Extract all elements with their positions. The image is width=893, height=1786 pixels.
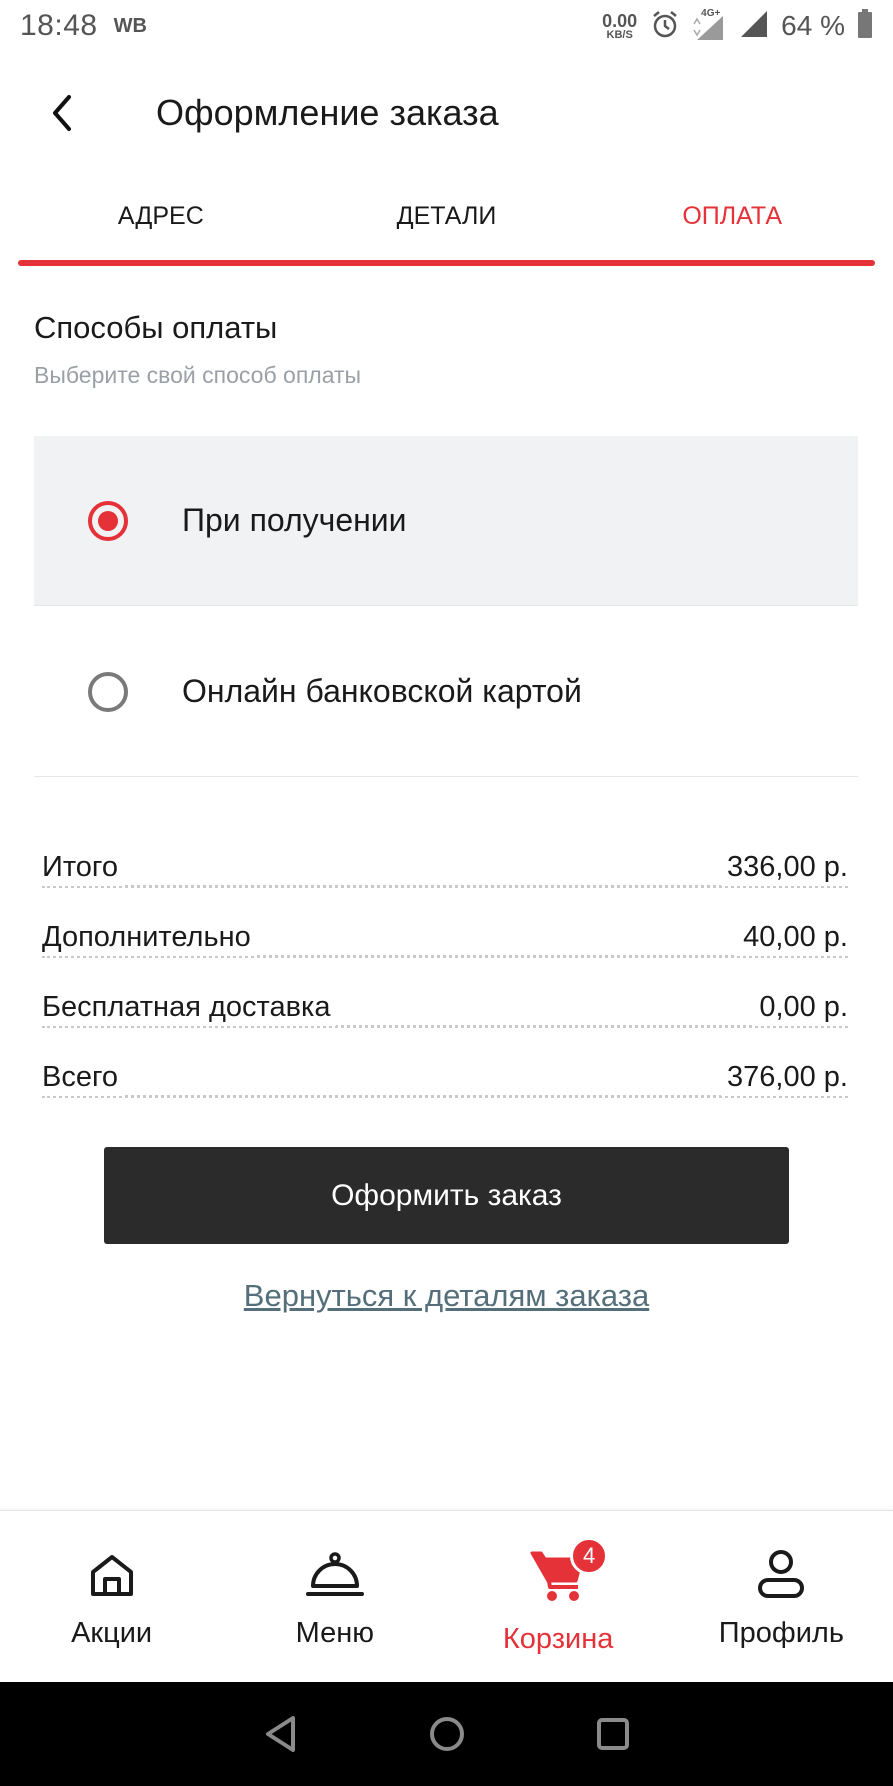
page-title: Оформление заказа: [156, 92, 499, 133]
nav-item-menu[interactable]: Меню: [223, 1511, 446, 1682]
summary-label: Всего: [42, 1061, 125, 1096]
bottom-nav: Акции Меню 4 Корзина Профиль: [0, 1510, 893, 1682]
radio-unselected[interactable]: [88, 671, 128, 712]
payment-methods-subtitle: Выберите свой способ оплаты: [34, 362, 362, 388]
status-bar: 18:48 WB 0.00 KB/S 4G+ 64 %: [0, 0, 893, 52]
back-triangle-icon[interactable]: [261, 1714, 301, 1754]
summary-label: Итого: [42, 851, 124, 886]
nav-item-profile[interactable]: Профиль: [670, 1511, 893, 1682]
nav-label: Корзина: [502, 1623, 614, 1655]
cloche-icon: [305, 1545, 365, 1605]
network-type: 4G+: [701, 8, 721, 19]
nav-label: Меню: [295, 1617, 375, 1649]
radio-selected[interactable]: [88, 500, 128, 541]
header: Оформление заказа: [0, 68, 893, 158]
summary-row-delivery: Бесплатная доставка 0,00 р.: [42, 968, 848, 1038]
payment-methods-title: Способы оплаты: [34, 310, 278, 345]
net-speed: 0.00 KB/S: [602, 12, 637, 41]
tab-details[interactable]: ДЕТАЛИ: [304, 180, 590, 262]
net-speed-unit: KB/S: [606, 28, 633, 41]
home-icon: [82, 1545, 142, 1605]
summary-row-total: Всего 376,00 р.: [42, 1038, 848, 1108]
signal-icon: [739, 9, 769, 44]
recents-square-icon[interactable]: [593, 1714, 633, 1754]
payment-option-on-delivery[interactable]: При получении: [34, 436, 858, 606]
nav-label: Акции: [71, 1617, 153, 1649]
summary-label: Дополнительно: [42, 921, 257, 956]
alarm-icon: [649, 8, 681, 45]
system-nav-bar: [0, 1682, 893, 1786]
summary-value: 336,00 р.: [721, 851, 848, 886]
payment-option-label: При получении: [182, 502, 407, 538]
back-to-details-link[interactable]: Вернуться к деталям заказа: [0, 1278, 893, 1314]
checkout-steps-tabs: АДРЕС ДЕТАЛИ ОПЛАТА: [18, 180, 875, 262]
battery-level: 64 %: [781, 10, 845, 41]
summary-value: 376,00 р.: [721, 1061, 848, 1096]
chevron-left-icon: [53, 95, 71, 131]
place-order-button[interactable]: Оформить заказ: [104, 1147, 789, 1244]
status-carrier: WB: [113, 14, 147, 37]
tabs-progress-bar: [18, 260, 875, 266]
cart-count-badge: 4: [570, 1537, 609, 1575]
status-time: 18:48: [20, 9, 98, 42]
battery-icon: [857, 8, 873, 44]
nav-item-promotions[interactable]: Акции: [0, 1511, 223, 1682]
nav-item-cart[interactable]: 4 Корзина: [447, 1511, 670, 1682]
payment-option-online-card[interactable]: Онлайн банковской картой: [34, 607, 858, 777]
summary-row-extra: Дополнительно 40,00 р.: [42, 898, 848, 968]
back-button[interactable]: [32, 83, 92, 143]
tab-payment[interactable]: ОПЛАТА: [589, 180, 875, 262]
summary-value: 0,00 р.: [753, 991, 848, 1026]
summary-label: Бесплатная доставка: [42, 991, 337, 1026]
status-icons: 0.00 KB/S 4G+ 64 %: [602, 8, 873, 45]
home-circle-icon[interactable]: [427, 1714, 467, 1754]
user-icon: [751, 1545, 811, 1605]
payment-option-label: Онлайн банковской картой: [182, 673, 582, 709]
summary-row-subtotal: Итого 336,00 р.: [42, 828, 848, 898]
tab-address[interactable]: АДРЕС: [18, 180, 304, 262]
signal-4g-icon: 4G+: [693, 8, 727, 42]
order-summary: Итого 336,00 р. Дополнительно 40,00 р. Б…: [42, 828, 848, 1108]
net-speed-value: 0.00: [602, 10, 638, 31]
summary-value: 40,00 р.: [737, 921, 848, 956]
nav-label: Профиль: [718, 1617, 844, 1649]
